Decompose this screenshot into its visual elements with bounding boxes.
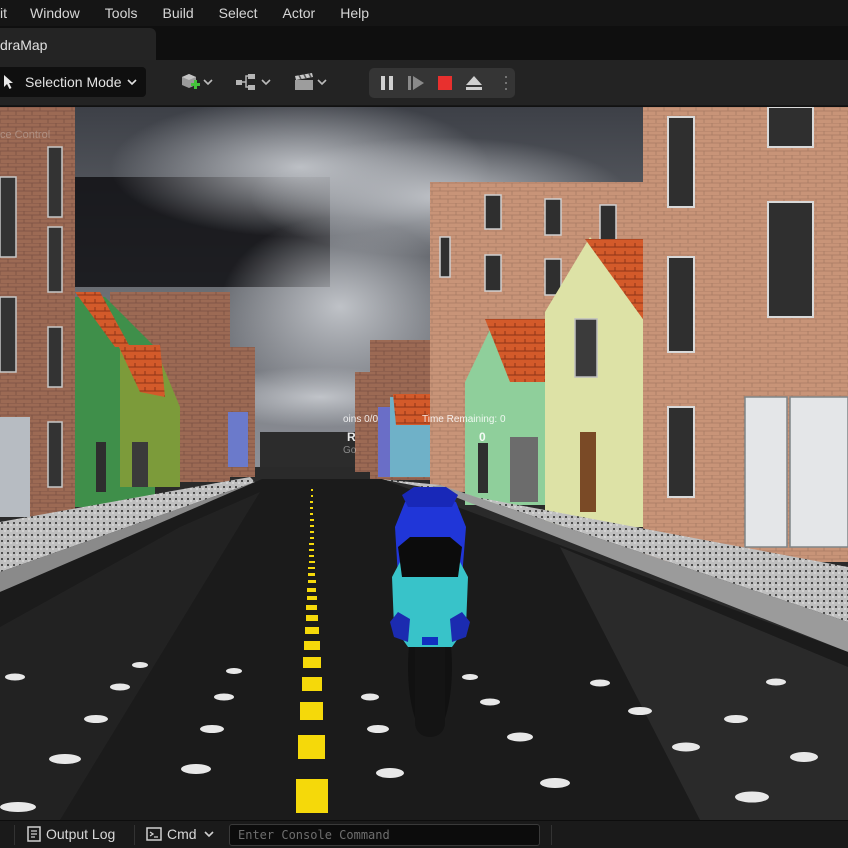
output-log-label: Output Log (46, 826, 116, 842)
hud-time-label: Time Remaining: 0 (422, 414, 506, 425)
menu-help[interactable]: Help (340, 5, 369, 21)
hud-time-value: 0 (479, 430, 486, 444)
add-actor-button[interactable] (178, 70, 214, 94)
output-log-icon (27, 826, 41, 842)
output-log-button[interactable]: Output Log (27, 826, 115, 842)
tab-level[interactable]: draMap (0, 28, 156, 60)
menu-select[interactable]: Select (219, 5, 258, 21)
more-options-icon[interactable] (505, 74, 507, 92)
selection-mode-dropdown[interactable]: Selection Mode (0, 67, 146, 97)
menu-build[interactable]: Build (162, 5, 193, 21)
menu-bar: it Window Tools Build Select Actor Help (0, 0, 848, 26)
toolbar: Selection Mode (0, 60, 848, 106)
tab-bar: draMap (0, 26, 848, 60)
tab-level-label: draMap (0, 37, 48, 53)
viewport-control-label: ce Control (0, 129, 51, 141)
chevron-down-icon (317, 79, 327, 86)
console-command-input[interactable] (229, 824, 540, 846)
blueprint-button[interactable] (234, 70, 272, 94)
chevron-down-icon (203, 831, 214, 838)
stop-icon[interactable] (436, 74, 454, 92)
chevron-down-icon (261, 79, 271, 86)
pause-icon[interactable] (378, 74, 396, 92)
level-viewport[interactable]: ce Control oins 0/0 Time Remaining: 0 R … (0, 107, 848, 820)
menu-window[interactable]: Window (30, 5, 80, 21)
eject-icon[interactable] (465, 74, 483, 92)
chevron-down-icon (126, 79, 137, 86)
hud-coins-label: oins 0/0 (343, 414, 379, 425)
hud-coins-value: R (347, 430, 356, 444)
selection-mode-label: Selection Mode (25, 74, 122, 90)
menu-edit[interactable]: it (0, 5, 7, 21)
add-actor-icon (182, 74, 200, 89)
cmd-dropdown[interactable]: Cmd (146, 826, 215, 842)
status-bar: Output Log Cmd (0, 820, 848, 848)
play-controls (369, 68, 515, 98)
cinematics-button[interactable] (292, 70, 328, 94)
terminal-icon (146, 827, 162, 841)
menu-actor[interactable]: Actor (283, 5, 316, 21)
cinematics-icon (295, 73, 313, 90)
divider (134, 825, 135, 845)
step-frame-icon[interactable] (407, 74, 425, 92)
divider (14, 825, 15, 845)
menu-tools[interactable]: Tools (105, 5, 138, 21)
game-scene (0, 107, 848, 820)
divider (551, 825, 552, 845)
blueprint-icon (236, 74, 255, 90)
chevron-down-icon (203, 79, 213, 86)
cursor-arrow-icon (4, 75, 13, 89)
cmd-label: Cmd (167, 826, 197, 842)
hud-sub-label: Go (343, 445, 357, 456)
